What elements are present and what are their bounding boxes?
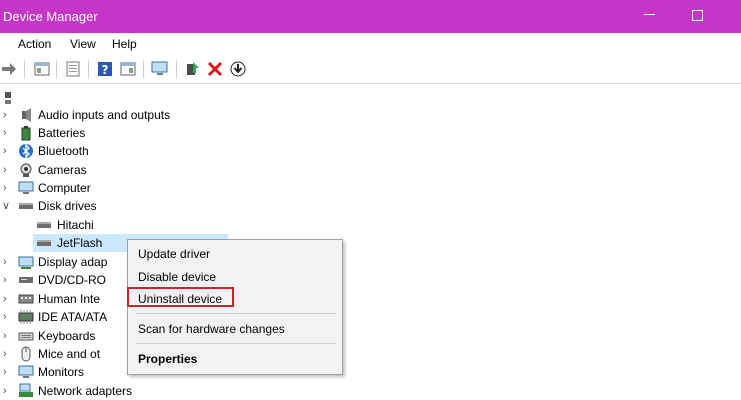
chevron-down-icon[interactable]: ∨ bbox=[2, 200, 10, 212]
update-driver-menu-item[interactable]: Update driver bbox=[138, 247, 210, 261]
chevron-right-icon[interactable]: › bbox=[3, 385, 11, 397]
chevron-right-icon[interactable]: › bbox=[3, 348, 11, 360]
disk-drive-icon bbox=[36, 217, 52, 233]
maximize-button[interactable] bbox=[692, 10, 703, 21]
context-menu: Update driver Disable device Uninstall d… bbox=[127, 239, 343, 375]
tree-item-computer[interactable]: › Computer bbox=[0, 179, 741, 197]
display-adapter-icon bbox=[18, 254, 34, 270]
help-icon[interactable]: ? bbox=[96, 60, 114, 78]
toolbar-separator bbox=[176, 60, 177, 78]
tree-item-label: Batteries bbox=[38, 126, 86, 140]
chevron-right-icon[interactable]: › bbox=[3, 293, 11, 305]
minimize-button[interactable] bbox=[644, 14, 655, 15]
camera-icon bbox=[18, 162, 34, 178]
computer-icon bbox=[18, 180, 34, 196]
tree-item-label: DVD/CD-RO bbox=[38, 273, 106, 287]
tree-item-label: Monitors bbox=[38, 365, 85, 379]
properties-window-icon[interactable] bbox=[119, 60, 137, 78]
menu-action[interactable]: Action bbox=[18, 37, 51, 51]
disable-device-menu-item[interactable]: Disable device bbox=[138, 270, 216, 284]
properties-icon[interactable] bbox=[33, 60, 51, 78]
tree-item-mice[interactable]: › Mice and ot bbox=[0, 345, 741, 363]
toolbar-separator bbox=[56, 60, 57, 78]
mouse-icon bbox=[18, 346, 34, 362]
toolbar-separator bbox=[88, 60, 89, 78]
network-icon bbox=[18, 383, 34, 399]
tree-item-label: Disk drives bbox=[38, 199, 97, 213]
bluetooth-icon bbox=[18, 143, 34, 159]
remove-icon[interactable] bbox=[206, 60, 224, 78]
monitor-icon bbox=[18, 364, 34, 380]
update-driver-icon[interactable] bbox=[229, 60, 247, 78]
chevron-right-icon[interactable]: › bbox=[3, 109, 11, 121]
tree-item-ide[interactable]: › IDE ATA/ATA bbox=[0, 308, 741, 326]
tree-item-label: Network adapters bbox=[38, 384, 133, 398]
forward-icon[interactable] bbox=[0, 60, 18, 78]
tree-item-label: Keyboards bbox=[38, 329, 96, 343]
chevron-right-icon[interactable]: › bbox=[3, 274, 11, 286]
chevron-right-icon[interactable]: › bbox=[3, 311, 11, 323]
tree-item-bluetooth[interactable]: › Bluetooth bbox=[0, 142, 741, 160]
tree-item-label: Bluetooth bbox=[38, 144, 89, 158]
tree-item-label: JetFlash bbox=[57, 236, 103, 250]
properties-menu-item[interactable]: Properties bbox=[138, 352, 197, 366]
chevron-right-icon[interactable]: › bbox=[3, 127, 11, 139]
toolbar-separator bbox=[24, 60, 25, 78]
menu-help[interactable]: Help bbox=[112, 37, 137, 51]
tree-item-label: Hitachi bbox=[57, 218, 94, 232]
battery-icon bbox=[18, 125, 34, 141]
tree-item-hid[interactable]: › Human Inte bbox=[0, 290, 741, 308]
tree-item-label: Human Inte bbox=[38, 292, 101, 306]
show-hide-icon[interactable] bbox=[64, 60, 82, 78]
menu-separator bbox=[136, 343, 336, 344]
disk-drive-icon bbox=[18, 198, 34, 214]
tree-item-disk-drives[interactable]: ∨ Disk drives bbox=[0, 197, 741, 215]
toolbar-separator bbox=[143, 60, 144, 78]
tree-item-cameras[interactable]: › Cameras bbox=[0, 161, 741, 179]
tree-item-display-adapters[interactable]: › Display adap bbox=[0, 253, 741, 271]
tree-item-hitachi[interactable]: Hitachi bbox=[0, 216, 741, 234]
chevron-right-icon[interactable]: › bbox=[3, 164, 11, 176]
monitor-scan-icon[interactable] bbox=[151, 60, 169, 78]
menu-bar: Action View Help bbox=[0, 33, 741, 55]
window-title: Device Manager bbox=[3, 9, 98, 24]
tree-item-monitors[interactable]: › Monitors bbox=[0, 363, 741, 381]
chevron-right-icon[interactable]: › bbox=[3, 366, 11, 378]
tree-item-label: IDE ATA/ATA bbox=[38, 310, 108, 324]
tree-item-label: Cameras bbox=[38, 163, 87, 177]
svg-text:?: ? bbox=[102, 63, 109, 77]
tree-item-label: Display adap bbox=[38, 255, 108, 269]
speaker-icon bbox=[18, 107, 34, 123]
chevron-right-icon[interactable]: › bbox=[3, 330, 11, 342]
dvd-icon bbox=[18, 272, 34, 288]
tree-item-batteries[interactable]: › Batteries bbox=[0, 124, 741, 142]
computer-root-icon bbox=[0, 90, 16, 106]
tree-root[interactable] bbox=[0, 89, 741, 107]
uninstall-device-menu-item[interactable]: Uninstall device bbox=[138, 292, 222, 306]
toolbar: ? bbox=[0, 56, 741, 84]
tree-item-keyboards[interactable]: › Keyboards bbox=[0, 327, 741, 345]
add-driver-icon[interactable] bbox=[183, 60, 201, 78]
chevron-right-icon[interactable]: › bbox=[3, 182, 11, 194]
tree-item-label: Audio inputs and outputs bbox=[38, 108, 171, 122]
title-bar: Device Manager bbox=[0, 0, 741, 33]
ide-icon bbox=[18, 309, 34, 325]
scan-hardware-menu-item[interactable]: Scan for hardware changes bbox=[138, 322, 285, 336]
tree-item-label: Computer bbox=[38, 181, 91, 195]
tree-item-network[interactable]: › Network adapters bbox=[0, 382, 741, 400]
chevron-right-icon[interactable]: › bbox=[3, 256, 11, 268]
tree-item-dvd[interactable]: › DVD/CD-RO bbox=[0, 271, 741, 289]
tree-item-jetflash[interactable]: JetFlash bbox=[0, 234, 741, 252]
hid-icon bbox=[18, 291, 34, 307]
tree-item-label: Mice and ot bbox=[38, 347, 101, 361]
tree-item-audio[interactable]: › Audio inputs and outputs bbox=[0, 106, 741, 124]
menu-view[interactable]: View bbox=[70, 37, 96, 51]
chevron-right-icon[interactable]: › bbox=[3, 145, 11, 157]
disk-drive-icon bbox=[36, 235, 52, 251]
keyboard-icon bbox=[18, 328, 34, 344]
menu-separator bbox=[136, 313, 336, 314]
